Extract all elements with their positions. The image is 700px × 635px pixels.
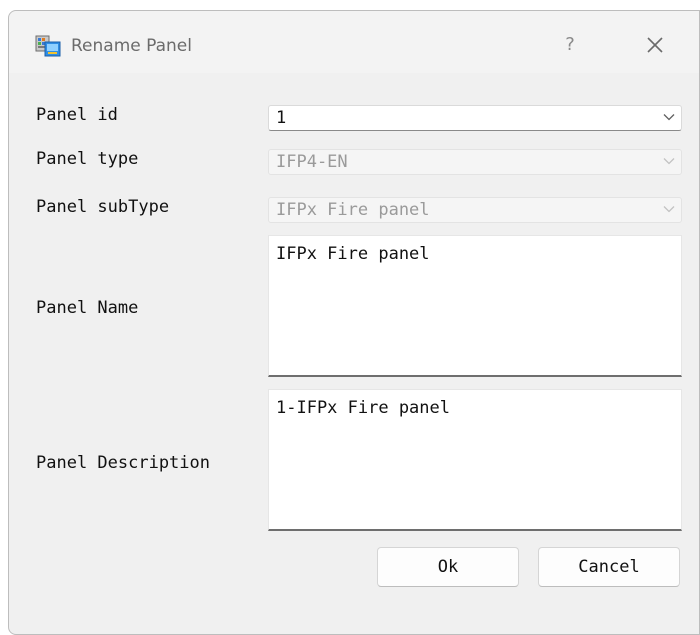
panel-app-icon (35, 33, 61, 59)
panel-id-select[interactable]: 1 (268, 105, 682, 131)
close-button[interactable] (639, 29, 671, 61)
panel-description-label: Panel Description (36, 453, 210, 473)
panel-description-textarea[interactable]: 1-IFPx Fire panel (268, 389, 682, 531)
panel-id-label: Panel id (36, 105, 118, 125)
panel-name-label: Panel Name (36, 298, 139, 318)
panel-id-value: 1 (276, 108, 287, 128)
panel-subtype-select[interactable]: IFPx Fire panel (268, 197, 682, 223)
panel-type-select[interactable]: IFP4-EN (268, 149, 682, 175)
cancel-button[interactable]: Cancel (538, 547, 680, 587)
panel-type-label: Panel type (36, 149, 139, 169)
title-bar[interactable]: Rename Panel ? (9, 11, 699, 73)
panel-name-textarea[interactable]: IFPx Fire panel (268, 235, 682, 377)
panel-subtype-value: IFPx Fire panel (276, 200, 430, 220)
close-icon (647, 37, 663, 53)
ok-button[interactable]: Ok (377, 547, 519, 587)
chevron-down-icon (663, 206, 675, 213)
panel-subtype-label: Panel subType (36, 197, 170, 217)
help-button[interactable]: ? (557, 29, 583, 61)
window-title: Rename Panel (71, 36, 192, 56)
chevron-down-icon (663, 114, 675, 121)
panel-type-value: IFP4-EN (276, 152, 348, 172)
rename-panel-dialog: Rename Panel ? Panel id 1 Panel type IFP… (8, 10, 700, 635)
chevron-down-icon (663, 158, 675, 165)
